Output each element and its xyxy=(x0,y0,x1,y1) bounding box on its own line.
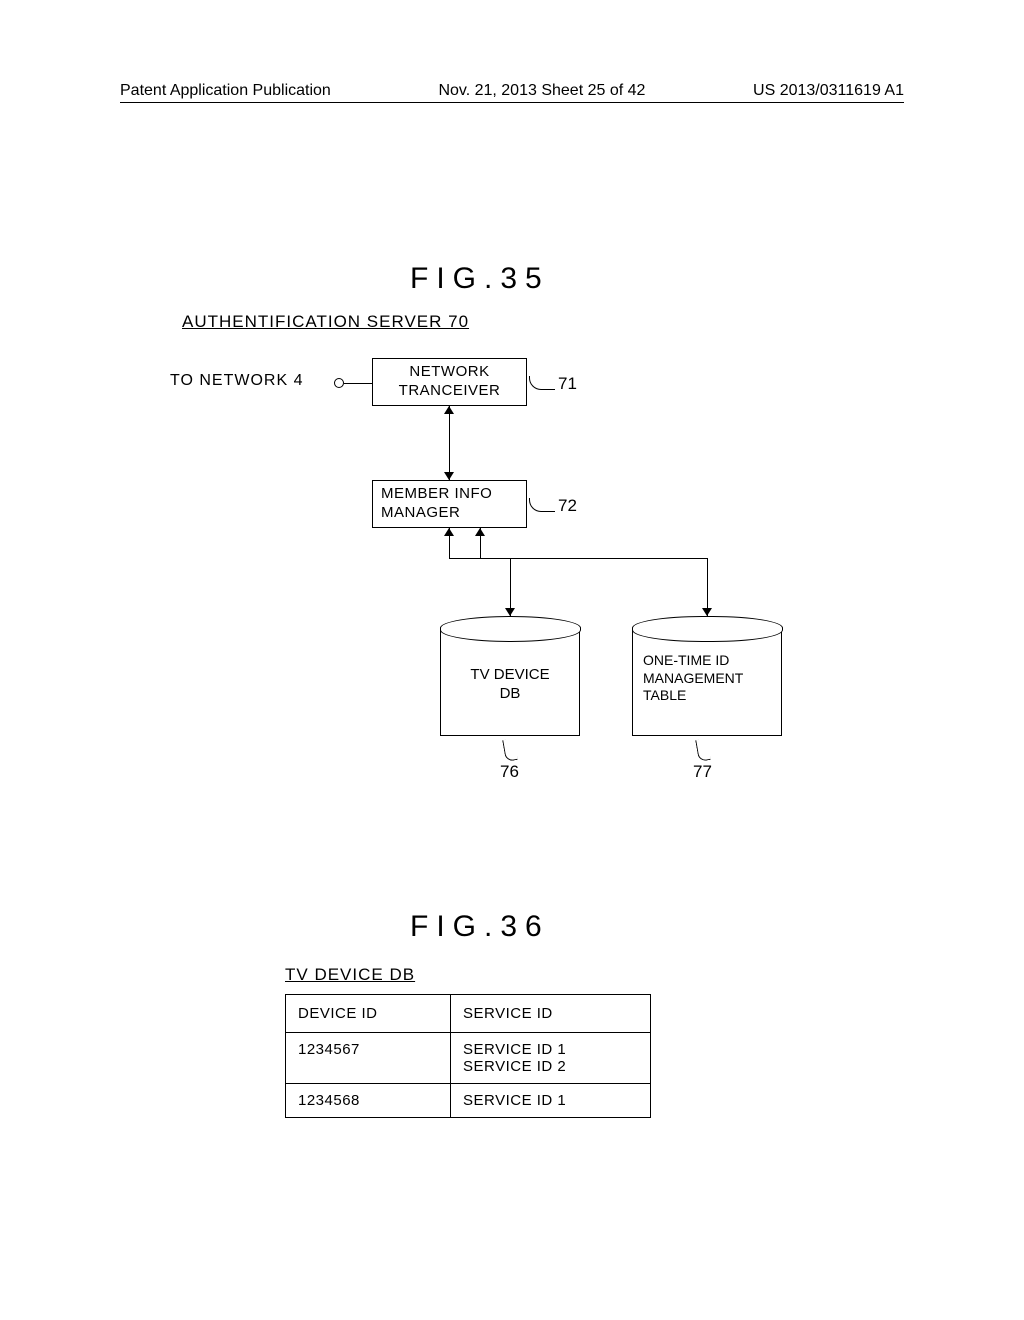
table-row: 1234568 SERVICE ID 1 xyxy=(286,1084,651,1118)
network-tranceiver-label: NETWORK TRANCEIVER xyxy=(399,363,501,401)
ref-72: 72 xyxy=(558,496,577,516)
arrow-down-icon xyxy=(444,472,454,480)
table-header-service-id: SERVICE ID xyxy=(451,995,651,1033)
tv-device-db-table: DEVICE ID SERVICE ID 1234567 SERVICE ID … xyxy=(285,994,651,1118)
arrow-down-icon xyxy=(505,608,515,616)
connector xyxy=(344,383,372,384)
tv-device-db-cylinder: TV DEVICE DB xyxy=(440,628,580,736)
one-time-id-table-cylinder: ONE-TIME ID MANAGEMENT TABLE xyxy=(632,628,782,736)
ref-leader-71 xyxy=(529,376,555,390)
one-time-id-table-label: ONE-TIME ID MANAGEMENT TABLE xyxy=(633,652,781,705)
table-cell: 1234567 xyxy=(286,1033,451,1084)
arrow-up-icon xyxy=(444,528,454,536)
header-left: Patent Application Publication xyxy=(120,82,331,100)
fig35-subtitle: AUTHENTIFICATION SERVER 70 xyxy=(182,312,469,332)
arrow-up-icon xyxy=(475,528,485,536)
network-port-icon xyxy=(334,378,344,388)
ref-leader-77 xyxy=(695,738,711,762)
connector xyxy=(480,558,707,559)
header-rule xyxy=(120,102,904,103)
ref-77: 77 xyxy=(693,762,712,782)
ref-76: 76 xyxy=(500,762,519,782)
header-center: Nov. 21, 2013 Sheet 25 of 42 xyxy=(438,82,645,100)
table-header-device-id: DEVICE ID xyxy=(286,995,451,1033)
to-network-label: TO NETWORK 4 xyxy=(170,372,304,390)
tv-device-db-label: TV DEVICE DB xyxy=(441,666,579,704)
connector xyxy=(449,406,450,480)
table-cell: SERVICE ID 1 SERVICE ID 2 xyxy=(451,1033,651,1084)
member-info-manager-box: MEMBER INFO MANAGER xyxy=(372,480,527,528)
header-right: US 2013/0311619 A1 xyxy=(753,82,904,100)
page-header: Patent Application Publication Nov. 21, … xyxy=(0,82,1024,100)
arrow-down-icon xyxy=(702,608,712,616)
member-info-manager-label: MEMBER INFO MANAGER xyxy=(381,485,492,523)
table-row: 1234567 SERVICE ID 1 SERVICE ID 2 xyxy=(286,1033,651,1084)
ref-71: 71 xyxy=(558,374,577,394)
table-cell: SERVICE ID 1 xyxy=(451,1084,651,1118)
table-header-row: DEVICE ID SERVICE ID xyxy=(286,995,651,1033)
arrow-up-icon xyxy=(444,406,454,414)
fig36-subtitle: TV DEVICE DB xyxy=(285,965,415,985)
ref-leader-76 xyxy=(502,738,518,762)
fig36-title: FIG.36 xyxy=(410,910,550,944)
ref-leader-72 xyxy=(529,498,555,512)
fig35-title: FIG.35 xyxy=(410,262,550,296)
table-cell: 1234568 xyxy=(286,1084,451,1118)
network-tranceiver-box: NETWORK TRANCEIVER xyxy=(372,358,527,406)
